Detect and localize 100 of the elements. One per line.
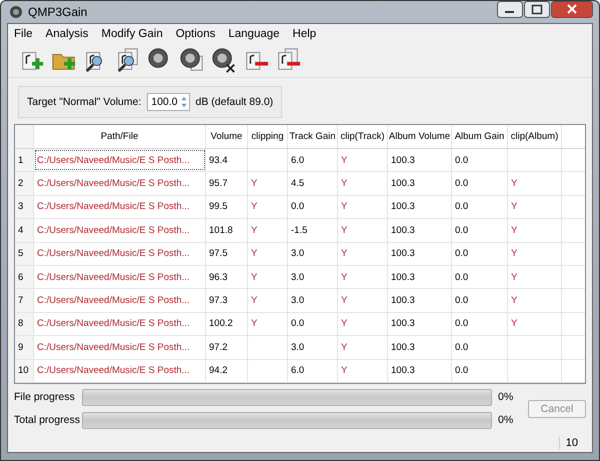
table-cell: 100.3 [391,178,415,190]
close-icon[interactable] [551,1,593,18]
menu-item[interactable]: Modify Gain [101,28,163,40]
table-cell: 97.2 [209,342,228,353]
unit-label: dB (default 89.0) [196,96,274,108]
table-cell: 0.0 [455,201,468,212]
table-cell: 94.2 [209,365,228,376]
table-cell: Y [251,224,258,236]
table-cell: 100.3 [391,154,415,166]
table-cell: 0.0 [455,248,468,260]
row-number: 5 [15,242,34,265]
column-header[interactable]: Track Gain [288,125,338,148]
table-cell: Y [341,318,348,330]
column-header[interactable]: Path/File [34,125,206,148]
table-cell: Y [511,318,518,330]
table-cell: 0.0 [291,201,304,212]
row-number: 7 [15,289,34,312]
spin-arrows-icon[interactable] [180,95,188,109]
table-cell: 100.3 [391,272,415,283]
column-header[interactable]: Volume [206,125,248,148]
table-cell: Y [341,201,348,212]
table-cell: 97.5 [209,248,228,260]
table-cell: 93.4 [209,154,228,166]
column-header[interactable]: Album Gain [452,125,508,148]
row-number: 2 [15,172,34,195]
volume-spinbox[interactable]: 100.0 [147,93,190,111]
maximize-icon[interactable] [524,1,550,18]
menu-item[interactable]: Options [176,28,216,40]
table-cell: 3.0 [291,295,304,306]
window-title: QMP3Gain [28,5,88,19]
progress-reading: 0% [498,391,514,404]
column-header[interactable]: clipping [248,125,288,148]
table-cell: C:/Users/Naveed/Music/E S Posth... [37,295,190,306]
table-cell: -1.5 [291,224,308,236]
table-cell: 100.2 [209,318,233,330]
progress-label: File progress [14,391,76,404]
table-cell: Y [341,295,348,306]
table-cell: 99.5 [209,201,228,212]
knobs-icon[interactable] [178,46,205,74]
table-cell: Y [341,178,348,190]
row-number: 1 [15,149,34,172]
menu-item[interactable]: Help [292,28,316,40]
column-header[interactable]: Album Volume [388,125,452,148]
table-cell: Y [251,295,258,306]
table-cell: 95.7 [209,178,228,190]
menu-item[interactable]: File [14,28,33,40]
table-cell: Y [341,154,348,166]
row-number: 10 [15,360,34,382]
table-cell: Y [511,178,518,190]
table-cell: Y [251,272,258,283]
table-cell: C:/Users/Naveed/Music/E S Posth... [37,201,190,212]
table-cell: 0.0 [455,154,468,166]
table-cell: Y [511,295,518,306]
column-header[interactable]: clip(Track) [338,125,388,148]
table-cell: 3.0 [291,272,304,283]
table-cell: C:/Users/Naveed/Music/E S Posth... [37,248,190,260]
app-icon [9,5,23,19]
table-cell: 101.8 [209,224,233,236]
table-cell: 100.3 [391,201,415,212]
table-cell: C:/Users/Naveed/Music/E S Posth... [37,318,190,330]
column-header[interactable]: clip(Album) [508,125,562,148]
table-cell: 100.3 [391,224,415,236]
row-number: 4 [15,219,34,242]
table-cell: 6.0 [291,154,304,166]
table-cell: 3.0 [291,342,304,353]
table-cell: Y [251,201,258,212]
table-cell: C:/Users/Naveed/Music/E S Posth... [37,178,190,190]
table-cell: Y [511,272,518,283]
table-cell: Y [511,224,518,236]
row-number: 9 [15,336,34,359]
table-cell: Y [341,365,348,376]
progress-reading: 0% [498,414,514,426]
menu-item[interactable]: Analysis [46,28,88,40]
row-number: 6 [15,266,34,288]
table-cell: Y [341,224,348,236]
knob-x-icon[interactable] [210,46,237,74]
table-cell: 100.3 [391,295,415,306]
table-cell: 100.3 [391,318,415,330]
minimize-icon[interactable] [497,1,523,18]
table-cell: 6.0 [291,365,304,376]
target-label: Target "Normal" Volume: [27,96,142,108]
menu-item[interactable]: Language [228,28,280,40]
table-cell: Y [251,318,258,330]
table-cell: 96.3 [209,272,228,283]
table-cell: 97.3 [209,295,228,306]
row-number: 8 [15,312,34,336]
table-cell: C:/Users/Naveed/Music/E S Posth... [37,342,190,353]
table-cell: 0.0 [455,272,468,283]
table-cell: C:/Users/Naveed/Music/E S Posth... [37,272,190,283]
table-cell: Y [511,201,518,212]
table-cell: 0.0 [455,365,468,376]
table-cell: C:/Users/Naveed/Music/E S Posth... [37,224,190,236]
table-cell: C:/Users/Naveed/Music/E S Posth... [37,154,190,166]
table-cell: 0.0 [455,295,468,306]
table-cell: 4.5 [291,178,304,190]
table-cell: 0.0 [291,318,304,330]
table-cell: 0.0 [455,224,468,236]
table-cell: Y [511,248,518,260]
table-cell: 0.0 [455,178,468,190]
table-cell: 3.0 [291,248,304,260]
